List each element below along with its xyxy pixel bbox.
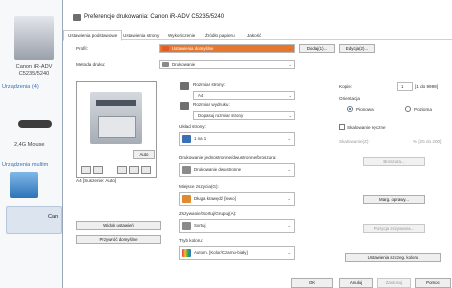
title-bar: Preferencje drukowania: Canon iR-ADV C52…	[63, 0, 452, 26]
chevron-down-icon: ⌄	[287, 167, 291, 172]
help-button[interactable]: Pomoc	[415, 278, 451, 288]
page-size-icon	[180, 82, 189, 90]
edit-profile-button[interactable]: Edycja(2)...	[339, 44, 375, 53]
device-name-label[interactable]: Canon iR-ADV C5235/5240	[8, 64, 60, 78]
finishing-label: Zszywanie/Sortuj/Grupuj(A):	[179, 211, 237, 216]
chevron-down-icon: ⌄	[288, 113, 292, 118]
chevron-down-icon: ⌄	[288, 93, 292, 98]
output-size-label: Rozmiar wydruku:	[193, 102, 230, 107]
window-title: Preferencje drukowania: Canon iR-ADV C52…	[84, 14, 225, 20]
chevron-down-icon: ⌄	[287, 196, 291, 201]
print-preferences-dialog: Preferencje drukowania: Canon iR-ADV C52…	[62, 0, 452, 288]
printer-device-icon[interactable]	[14, 16, 54, 60]
portrait-radio[interactable]	[347, 106, 353, 112]
dialog-footer: OK Anuluj Zastosuj Pomoc	[63, 278, 452, 288]
binding-label: Miejsce zszycia(G):	[179, 184, 219, 189]
restore-defaults-button[interactable]: Przywróć domyślne	[76, 235, 161, 244]
color-settings-button[interactable]: Ustawienia szczeg. koloru	[345, 253, 441, 262]
page-layout-value: 1 na 1	[194, 136, 207, 141]
chevron-down-icon: ⌄	[287, 136, 291, 141]
output-size-value: Dopasuj rozmiar strony	[198, 113, 244, 118]
duplex-icon	[182, 166, 191, 174]
binding-dropdown[interactable]: Długa krawędź [lewo] ⌄	[179, 192, 295, 206]
view-settings-button[interactable]: Widok ustawień	[76, 221, 161, 230]
mouse-device-icon[interactable]	[18, 120, 52, 128]
chevron-down-icon: ⌄	[287, 250, 291, 255]
tab-page-setup[interactable]: Ustawienia strony	[119, 31, 163, 40]
copies-spinner[interactable]: 1	[397, 82, 413, 91]
binding-icon	[182, 195, 191, 203]
output-method-label: Metoda druku:	[76, 62, 106, 67]
tab-paper-source[interactable]: Źródło papieru	[201, 31, 239, 40]
apply-button[interactable]: Zastosuj	[377, 278, 411, 288]
cancel-button[interactable]: Anuluj	[339, 278, 373, 288]
preview-option-5-icon[interactable]	[141, 166, 151, 174]
preview-caption: A4 [Suszenie: Auto]	[76, 178, 117, 183]
tab-basic-settings[interactable]: Ustawienia podstawowe	[63, 30, 123, 41]
manual-scaling-label: Skalowanie ręczne	[347, 125, 386, 130]
page-size-value: A4	[198, 93, 204, 98]
output-size-icon	[180, 102, 189, 110]
page-layout-icon	[182, 135, 191, 143]
section-devices-header[interactable]: Urządzenia (4)	[2, 84, 39, 90]
print-preview: Auto	[76, 81, 157, 178]
printer-preview-image	[90, 92, 142, 144]
page-size-dropdown[interactable]: A4 ⌄	[193, 91, 295, 100]
preview-option-4-icon[interactable]	[129, 166, 139, 174]
profile-label: Profil:	[76, 46, 88, 51]
color-mode-value: Autom. [Kolor/Czarno-biały]	[194, 250, 248, 255]
color-mode-dropdown[interactable]: Autom. [Kolor/Czarno-biały] ⌄	[179, 246, 295, 260]
print-icon	[162, 62, 169, 67]
tab-finishing[interactable]: Wykończenie	[164, 31, 199, 40]
copies-range: [1 do 9999]	[415, 84, 438, 89]
finishing-value: Sortuj	[194, 223, 206, 228]
profile-icon	[162, 46, 169, 51]
selected-printer-icon[interactable]	[6, 206, 62, 234]
output-method-value: Drukowanie	[172, 62, 196, 67]
profile-dropdown[interactable]: Ustawienia domyślne ⌄	[159, 44, 295, 53]
print-style-value: Drukowanie dwustronne	[194, 167, 242, 172]
preview-option-3-icon[interactable]	[117, 166, 127, 174]
print-style-label: Drukowanie jednostronne/dwustronne/brosz…	[179, 155, 277, 160]
chevron-down-icon: ⌄	[287, 223, 291, 228]
landscape-radio[interactable]	[405, 106, 411, 112]
output-method-dropdown[interactable]: Drukowanie ⌄	[159, 60, 295, 69]
finishing-dropdown[interactable]: Sortuj ⌄	[179, 219, 295, 233]
sort-icon	[182, 222, 191, 230]
gutter-button[interactable]: Marg. oprawy...	[363, 195, 425, 204]
section-multimedia-header[interactable]: Urządzenia multim	[2, 162, 48, 168]
orientation-label: Orientacja	[339, 96, 360, 101]
copies-label: Kopie:	[339, 84, 353, 89]
tab-strip: Ustawienia podstawowe Ustawienia strony …	[63, 30, 452, 41]
tab-quality[interactable]: Jakość	[243, 31, 265, 40]
scaling-field-label: Skalowanie(Z):	[339, 139, 370, 144]
page-size-label: Rozmiar strony:	[193, 82, 226, 87]
binding-value: Długa krawędź [lewo]	[194, 196, 236, 201]
selected-printer-label[interactable]: Can	[48, 214, 58, 220]
preview-option-2-icon[interactable]	[93, 166, 103, 174]
page-layout-label: Układ strony:	[179, 124, 206, 129]
scaling-range: % [25 do 200]	[413, 139, 442, 144]
preview-option-1-icon[interactable]	[81, 166, 91, 174]
output-size-dropdown[interactable]: Dopasuj rozmiar strony ⌄	[193, 111, 295, 120]
auto-button[interactable]: Auto	[133, 150, 155, 159]
copies-value: 1	[401, 84, 404, 89]
page-layout-dropdown[interactable]: 1 na 1 ⌄	[179, 132, 295, 146]
landscape-label: Pozioma	[414, 107, 432, 112]
chevron-down-icon: ⌄	[288, 62, 292, 67]
printer-icon	[73, 14, 81, 21]
ok-button[interactable]: OK	[291, 278, 333, 288]
color-mode-icon	[182, 249, 191, 257]
color-mode-label: Tryb koloru:	[179, 238, 204, 243]
print-style-dropdown[interactable]: Drukowanie dwustronne ⌄	[179, 163, 295, 177]
add-profile-button[interactable]: Dodaj(1)...	[299, 44, 335, 53]
multimedia-device-icon[interactable]	[10, 172, 38, 198]
staple-position-button[interactable]: Pozycja zszywania...	[363, 224, 425, 233]
profile-value: Ustawienia domyślne	[172, 46, 214, 51]
chevron-down-icon: ⌄	[288, 46, 292, 51]
mouse-device-label[interactable]: 2,4G Mouse	[14, 142, 44, 148]
manual-scaling-checkbox[interactable]	[339, 124, 345, 130]
portrait-label: Pionowa	[356, 107, 374, 112]
booklet-button[interactable]: Broszura...	[363, 157, 425, 166]
